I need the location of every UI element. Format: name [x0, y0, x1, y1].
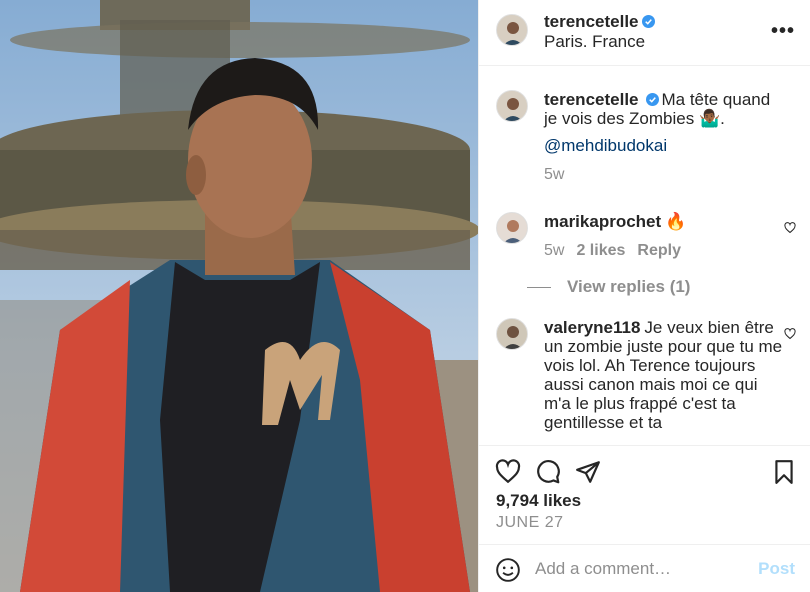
comment-input[interactable] [535, 557, 735, 581]
reply-button[interactable]: Reply [637, 242, 681, 259]
post-comment-button[interactable]: Post [758, 559, 795, 579]
commenter-avatar[interactable] [496, 90, 528, 122]
verified-icon [641, 15, 655, 28]
commenter-avatar[interactable] [496, 212, 528, 244]
comment-like-heart-icon[interactable] [784, 222, 796, 234]
likes-count[interactable]: 9,794 likes [496, 491, 581, 511]
verified-icon [645, 93, 659, 106]
comments-list[interactable]: terencetelle Ma tête quand je vois des Zo… [479, 67, 810, 445]
view-replies-label: View replies (1) [567, 277, 691, 296]
commenter-username[interactable]: valeryne118 [544, 318, 640, 337]
share-icon[interactable] [575, 459, 601, 485]
post-date[interactable]: JUNE 27 [496, 514, 564, 532]
commenter-username[interactable]: terencetelle [544, 90, 639, 109]
replies-divider [527, 287, 551, 289]
heart-icon[interactable] [495, 459, 521, 485]
post-header: terencetelle Paris. France ••• [479, 0, 810, 66]
comment-text: 🔥 [665, 212, 687, 231]
author-avatar[interactable] [496, 14, 528, 46]
comment-icon[interactable] [535, 459, 561, 485]
photo-illustration [0, 0, 478, 592]
comment-body: terencetelle Ma tête quand je vois des Zo… [544, 90, 784, 184]
comment-time[interactable]: 5w [544, 166, 564, 183]
comment-time[interactable]: 5w [544, 242, 564, 259]
post-photo[interactable] [0, 0, 478, 592]
comment-body: valeryne118 Je veux bien être un zombie j… [544, 318, 784, 432]
author-username[interactable]: terencetelle [544, 12, 639, 31]
add-comment-bar: Post [479, 544, 810, 592]
view-replies-button[interactable]: View replies (1) [527, 277, 690, 297]
post-location[interactable]: Paris. France [544, 32, 645, 52]
more-options-icon[interactable]: ••• [771, 20, 795, 43]
mention-link[interactable]: @mehdibudokai [544, 136, 667, 155]
post-actions: 9,794 likes JUNE 27 [479, 445, 810, 540]
author-name-row: terencetelle [544, 12, 655, 32]
bookmark-icon[interactable] [771, 459, 797, 485]
comment-body: marikaprochet 🔥 5w 2 likes Reply [544, 212, 784, 260]
comment-like-heart-icon[interactable] [784, 328, 796, 340]
commenter-username[interactable]: marikaprochet [544, 212, 661, 231]
commenter-avatar[interactable] [496, 318, 528, 350]
post-side-panel: terencetelle Paris. France ••• terencete… [478, 0, 810, 592]
emoji-icon[interactable] [495, 557, 521, 583]
comment-likes[interactable]: 2 likes [576, 242, 625, 259]
